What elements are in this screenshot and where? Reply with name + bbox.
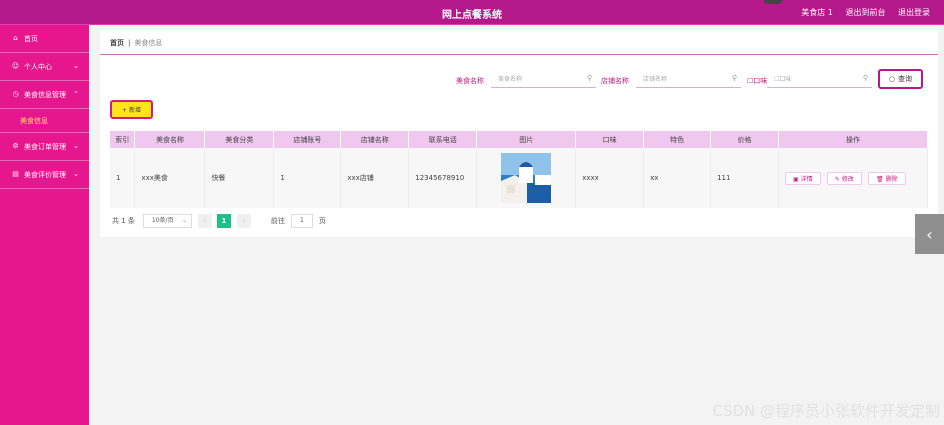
col-actions: 操作 [778, 131, 928, 148]
sidebar-item-label: 美食订单管理 [24, 142, 66, 151]
cell-phone: 12345678910 [408, 148, 478, 208]
pagination: 共 1 条 10条/页 ⌄ ‹ 1 › 前往 1 页 [112, 214, 326, 228]
user-name: 美食店 1 [801, 8, 833, 17]
home-icon: ⌂ [13, 34, 18, 42]
sidebar-item-label: 首页 [24, 34, 38, 43]
page-size-select[interactable]: 10条/页 ⌄ [142, 214, 192, 228]
col-index: 索引 [110, 131, 136, 148]
page-size-value: 10条/页 [151, 217, 174, 224]
taste-input[interactable]: ☐口味 ⚲ [767, 70, 872, 88]
delete-button[interactable]: 🗑 删除 [868, 171, 906, 185]
cell-category: 快餐 [204, 148, 275, 208]
search-icon: ⚲ [586, 74, 592, 82]
sidebar-item-food-info[interactable]: ◷ 美食信息管理 ⌃ [0, 81, 89, 109]
sidebar-item-label: 美食评价管理 [24, 170, 66, 179]
col-price: 价格 [710, 131, 780, 148]
sidebar-item-label: 个人中心 [24, 62, 52, 71]
col-food-name: 美食名称 [134, 131, 206, 148]
goto-page-input[interactable]: 1 [290, 214, 313, 228]
breadcrumb-home[interactable]: 首页 [110, 39, 124, 47]
divider [100, 54, 938, 55]
sidebar-item-reviews[interactable]: ▤ 美食评价管理 ⌄ [0, 161, 89, 189]
table-row: 1 xxx美食 快餐 1 xxx店铺 12345678910 xxxx xx 1… [110, 148, 928, 208]
table-header-row: 索引 美食名称 美食分类 店铺账号 店铺名称 联系电话 图片 口味 特色 价格 … [110, 131, 928, 148]
food-name-placeholder: 美食名称 [498, 76, 523, 83]
query-button[interactable]: ○ 查询 [878, 69, 923, 89]
user-icon: ☺ [11, 62, 20, 70]
col-phone: 联系电话 [408, 131, 478, 148]
sidebar-item-orders[interactable]: ⚙ 美食订单管理 ⌄ [0, 133, 89, 161]
cell-shop-account: 1 [273, 148, 342, 208]
search-icon: ○ [888, 75, 896, 83]
query-button-label: 查询 [898, 75, 913, 83]
col-feature: 特色 [643, 131, 712, 148]
chevron-down-icon: ⌄ [181, 217, 187, 224]
chevron-left-icon: ‹ [926, 224, 933, 244]
watermark: CSDN @程序员小张软件开发定制 [712, 402, 940, 420]
avatar[interactable] [763, 0, 783, 4]
col-taste: 口味 [575, 131, 645, 148]
cell-price: 111 [710, 148, 780, 208]
cell-actions: ▣ 详情 ✎ 修改 🗑 删除 [778, 148, 928, 208]
page-number-1[interactable]: 1 [216, 214, 231, 228]
shop-name-label: 店铺名称 [601, 77, 629, 85]
chevron-down-icon: ⌄ [73, 170, 79, 178]
cell-food-name: xxx美食 [134, 148, 206, 208]
chevron-down-icon: ⌄ [73, 62, 79, 70]
add-button[interactable]: + 新增 [110, 100, 153, 119]
col-shop-name: 店铺名称 [340, 131, 410, 148]
sidebar-item-home[interactable]: ⌂ 首页 [0, 25, 89, 53]
taste-label: ☐口味 [747, 77, 768, 85]
cell-shop-name: xxx店铺 [340, 148, 410, 208]
clock-icon: ◷ [12, 90, 19, 98]
sidebar-item-profile[interactable]: ☺ 个人中心 ⌄ [0, 53, 89, 81]
main-panel: 首页 | 美食信息 美食名称 美食名称 ⚲ 店铺名称 店铺名称 ⚲ ☐口味 ☐口味 … [100, 30, 938, 237]
header-links: 美食店 1 退出到前台 退出登录 [791, 7, 930, 18]
shop-name-placeholder: 店铺名称 [643, 76, 668, 83]
taste-placeholder: ☐口味 [774, 76, 792, 83]
detail-icon: ▣ [793, 175, 801, 183]
goto-label: 前往 [270, 217, 285, 225]
cell-feature: xx [643, 148, 712, 208]
search-icon: ⚲ [731, 74, 737, 82]
chevron-up-icon: ⌃ [73, 90, 79, 98]
food-image[interactable] [501, 153, 552, 203]
top-bar: 网上点餐系统 美食店 1 退出到前台 退出登录 [0, 0, 944, 25]
next-page-button[interactable]: › [236, 214, 251, 228]
breadcrumb-separator: | [128, 39, 131, 47]
back-to-front-link[interactable]: 退出到前台 [845, 8, 885, 17]
shop-name-input[interactable]: 店铺名称 ⚲ [636, 70, 741, 88]
sidebar: ⌂ 首页 ☺ 个人中心 ⌄ ◷ 美食信息管理 ⌃ 美食信息 ⚙ 美食订单管理 ⌄… [0, 25, 89, 425]
breadcrumb-current: 美食信息 [134, 39, 163, 47]
food-table: 索引 美食名称 美食分类 店铺账号 店铺名称 联系电话 图片 口味 特色 价格 … [110, 131, 928, 208]
logout-link[interactable]: 退出登录 [898, 8, 930, 17]
food-name-input[interactable]: 美食名称 ⚲ [491, 70, 596, 88]
edit-icon: ✎ [834, 175, 842, 183]
cell-image [476, 148, 577, 208]
chevron-down-icon: ⌄ [73, 142, 79, 150]
sidebar-item-label: 美食信息管理 [24, 90, 66, 99]
food-name-label: 美食名称 [456, 77, 484, 85]
cell-index: 1 [110, 148, 136, 208]
edit-button[interactable]: ✎ 修改 [826, 171, 862, 185]
gear-icon: ⚙ [12, 142, 19, 150]
breadcrumb: 首页 | 美食信息 [110, 38, 162, 48]
delete-icon: 🗑 [876, 175, 886, 183]
prev-page-button[interactable]: ‹ [197, 214, 212, 228]
col-image: 图片 [476, 131, 577, 148]
page-unit-label: 页 [318, 217, 326, 225]
pager-total: 共 1 条 [112, 217, 135, 225]
detail-button[interactable]: ▣ 详情 [785, 171, 821, 185]
search-icon: ⚲ [862, 74, 868, 82]
col-shop-account: 店铺账号 [273, 131, 342, 148]
cell-taste: xxxx [575, 148, 645, 208]
sidebar-subitem-food-info[interactable]: 美食信息 [0, 109, 89, 133]
col-category: 美食分类 [204, 131, 275, 148]
chart-icon: ▤ [12, 170, 19, 178]
collapse-panel-button[interactable]: ‹ [915, 214, 944, 254]
